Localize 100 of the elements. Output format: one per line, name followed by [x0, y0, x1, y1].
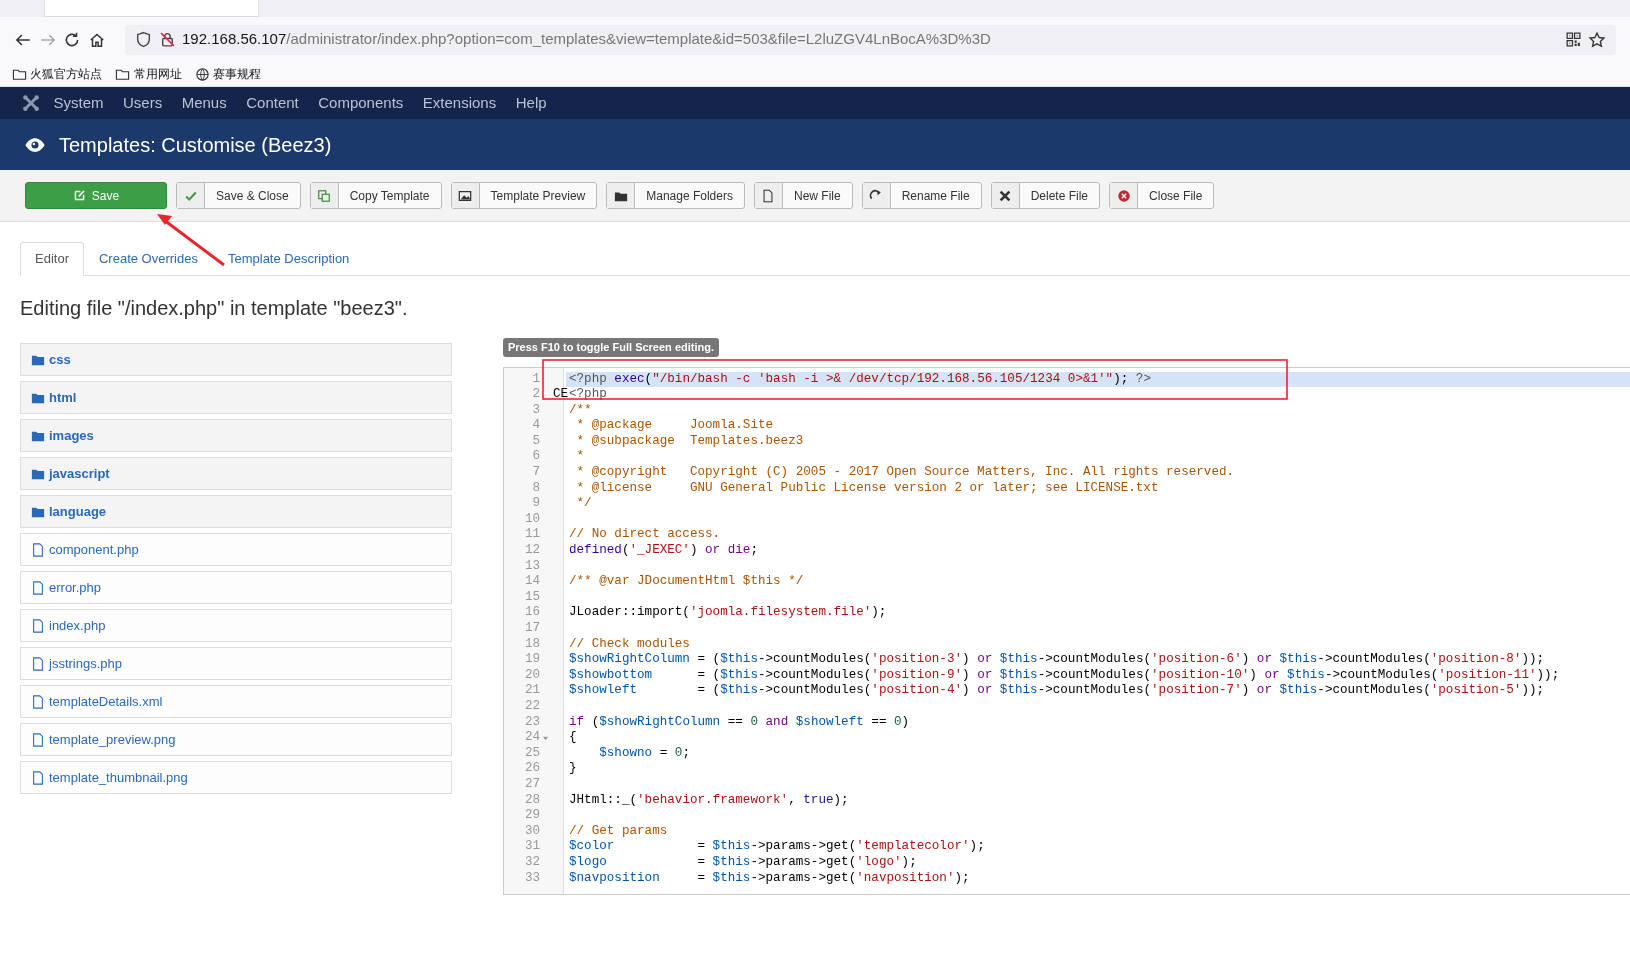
line-number: 5 — [531, 433, 540, 450]
code-line: $navposition = $this->params->get('navposition'); — [568, 870, 971, 887]
line-number: 22 — [523, 698, 540, 715]
file-tree-item[interactable]: error.php — [20, 571, 452, 604]
tab[interactable]: Create Overrides — [83, 242, 213, 276]
line-number: 31 — [523, 839, 540, 855]
menu-item[interactable]: Menus — [181, 91, 227, 115]
file-icon — [31, 542, 45, 557]
menu-item[interactable]: Extensions — [422, 91, 497, 115]
file-tree-item[interactable]: template_preview.png — [20, 723, 452, 756]
file-tree-item[interactable]: javascript — [20, 457, 452, 490]
file-icon — [31, 694, 45, 709]
toolbar-button[interactable]: Template Preview — [450, 182, 598, 209]
code-line: $color = $this->params->get('templatecolor'); — [568, 839, 986, 855]
menu-item[interactable]: System — [53, 91, 104, 115]
edit-icon — [72, 189, 86, 202]
file-tree-item[interactable]: html — [20, 381, 452, 414]
gutter-marker: CE — [552, 387, 568, 403]
file-tree-item[interactable]: css — [20, 343, 452, 376]
toolbar-button[interactable]: Rename File — [861, 182, 982, 209]
code-line: $logo = $this->params->get('logo'); — [568, 854, 918, 871]
globe-icon — [194, 66, 210, 82]
close-icon — [1116, 188, 1131, 203]
file-icon — [31, 732, 45, 747]
star-icon[interactable] — [1588, 30, 1606, 49]
line-number: 27 — [523, 776, 540, 793]
qr-code-icon[interactable] — [1564, 31, 1582, 48]
file-icon — [761, 188, 776, 203]
toolbar-button[interactable]: Copy Template — [309, 182, 442, 209]
file-tree-item[interactable]: jsstrings.php — [20, 647, 452, 680]
code-line: * @license GNU General Public License version 2 or later; see LICENSE.txt — [575, 480, 1160, 497]
code-line: /** @var JDocumentHtml $this */ — [568, 574, 805, 590]
line-number: 11 — [523, 527, 540, 544]
line-number: 7 — [531, 465, 540, 481]
code-line: * @subpackage Templates.beez3 — [575, 433, 805, 450]
line-number: 13 — [523, 558, 540, 575]
code-line: $showRightColumn = ($this->countModules('position-3') or $this->countModules('position-6') or $this->countModules('position-8')); — [568, 652, 1546, 668]
toolbar-button[interactable]: Delete File — [990, 182, 1101, 209]
toolbar-button[interactable]: Close File — [1109, 182, 1215, 209]
line-number: 33 — [523, 870, 540, 887]
code-line: $showleft = ($this->countModules('position-4') or $this->countModules('position-7') or $this->countModules('position-5')); — [568, 683, 1546, 699]
line-number: 28 — [523, 792, 540, 809]
line-number: 26 — [523, 761, 540, 777]
toolbar-button[interactable]: Manage Folders — [606, 182, 745, 209]
code-line: } — [568, 761, 578, 777]
code-editor[interactable] — [503, 366, 1630, 895]
logo-icon[interactable] — [22, 94, 40, 112]
code-line: // Check modules — [568, 636, 691, 653]
line-number: 20 — [523, 667, 540, 684]
file-tree-item[interactable]: component.php — [20, 533, 452, 566]
code-line: $showbottom = ($this->countModules('position-9') or $this->countModules('position-10') or $this->countModules('position-11')); — [568, 667, 1561, 684]
line-number: 4 — [531, 418, 540, 434]
file-tree-item[interactable]: templateDetails.xml — [20, 685, 452, 718]
code-line: if ($showRightColumn == 0 and $showleft == 0) — [568, 714, 911, 731]
lock-icon[interactable] — [158, 31, 176, 48]
code-line: // Get params — [568, 823, 669, 840]
tab[interactable]: Template Description — [212, 242, 365, 276]
line-number: 23 — [523, 714, 540, 731]
bookmark[interactable]: 常用网址 — [115, 65, 182, 83]
toolbar-button[interactable]: New File — [753, 182, 853, 209]
line-number: 15 — [523, 589, 540, 606]
menu-item[interactable]: Components — [318, 91, 404, 115]
file-tree-item[interactable]: index.php — [20, 609, 452, 642]
close-icon — [998, 188, 1013, 203]
file-tree-item[interactable]: language — [20, 495, 452, 528]
line-number: 16 — [523, 605, 540, 621]
line-number: 19 — [523, 652, 540, 668]
file-tree-item[interactable]: template_thumbnail.png — [20, 761, 452, 794]
line-number: 12 — [523, 543, 540, 559]
bookmark[interactable]: 赛事规程 — [194, 65, 261, 83]
line-number: 3 — [531, 402, 540, 419]
code-line: { — [568, 730, 578, 746]
shield-icon[interactable] — [135, 31, 152, 48]
line-number: 24 — [523, 730, 540, 746]
code-line: <?php — [568, 387, 608, 403]
toolbar-button[interactable]: Save & Close — [176, 182, 301, 209]
menu-item[interactable]: Help — [515, 91, 547, 115]
fold-icon[interactable] — [542, 735, 549, 743]
file-icon — [31, 618, 45, 633]
line-number: 29 — [523, 808, 540, 824]
code-line: * — [575, 449, 586, 466]
line-number: 25 — [523, 745, 540, 762]
line-number: 32 — [523, 854, 540, 871]
menu-item[interactable]: Users — [123, 91, 163, 115]
line-number: 1 — [531, 371, 540, 388]
code-line: /** — [568, 402, 593, 419]
menu-item[interactable]: Content — [246, 91, 299, 115]
tab[interactable]: Editor — [20, 242, 84, 276]
image-icon — [458, 188, 473, 203]
code-line: JHtml::_('behavior.framework', true); — [568, 792, 850, 809]
line-number: 17 — [523, 621, 540, 637]
bookmark[interactable]: 火狐官方站点 — [12, 65, 103, 83]
line-number: 2 — [531, 387, 540, 403]
line-number: 14 — [523, 574, 540, 590]
code-line: // No direct access. — [568, 527, 722, 544]
file-icon — [31, 580, 45, 595]
line-number: 10 — [523, 511, 540, 528]
reload-icon[interactable] — [63, 30, 81, 49]
code-line: $showno = 0; — [598, 745, 691, 762]
file-tree-item[interactable]: images — [20, 419, 452, 452]
